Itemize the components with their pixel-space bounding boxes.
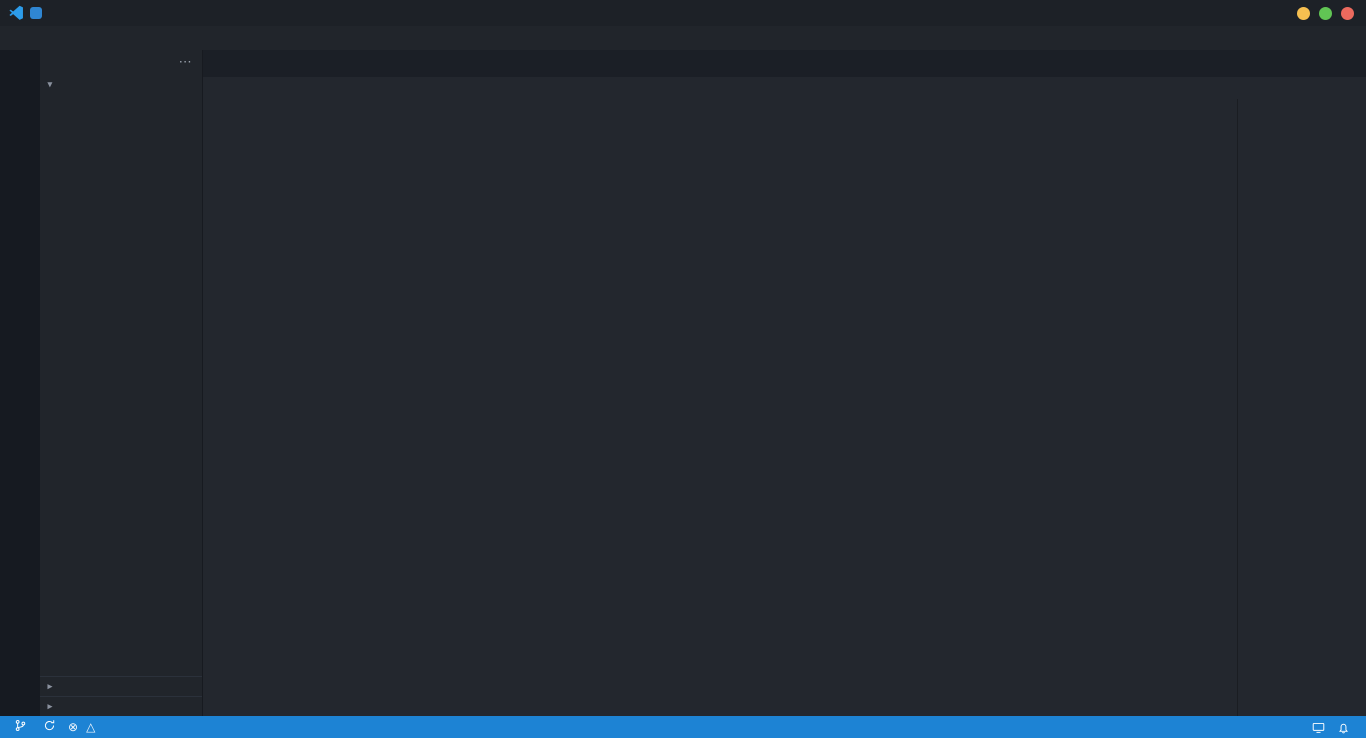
title-bar <box>0 0 1366 26</box>
maximize-button[interactable] <box>1319 7 1332 20</box>
overview-ruler[interactable] <box>1355 99 1366 716</box>
sync-icon <box>43 719 56 735</box>
vscode-logo-icon <box>8 4 24 23</box>
status-bar: ⊗ △ <box>0 716 1366 738</box>
minimap[interactable] <box>1237 99 1355 716</box>
chevron-down-icon: ▾ <box>44 79 56 90</box>
error-icon: ⊗ <box>68 720 78 734</box>
code-lines[interactable] <box>203 99 1237 716</box>
git-branch-indicator[interactable] <box>8 716 37 738</box>
language-mode[interactable] <box>1294 716 1306 738</box>
tab-bar <box>203 50 1366 77</box>
explorer-sidebar: ⋯ ▾ ▸ ▸ <box>40 50 203 716</box>
screencast-icon[interactable] <box>1306 716 1331 738</box>
warning-icon: △ <box>86 720 95 734</box>
notifications-bell-icon[interactable] <box>1331 716 1356 738</box>
more-actions-icon[interactable]: ⋯ <box>179 54 192 70</box>
window-menu-icon <box>30 7 42 19</box>
code-editor[interactable] <box>203 99 1366 716</box>
eol-setting[interactable] <box>1282 716 1294 738</box>
chevron-right-icon: ▸ <box>44 681 56 692</box>
explorer-header: ⋯ <box>40 50 202 74</box>
close-button[interactable] <box>1341 7 1354 20</box>
file-tree <box>40 94 202 676</box>
outline-panel-header[interactable]: ▸ <box>40 676 202 696</box>
git-branch-icon <box>14 719 27 735</box>
chevron-right-icon: ▸ <box>44 701 56 712</box>
timeline-panel-header[interactable]: ▸ <box>40 696 202 716</box>
problems-indicator[interactable]: ⊗ △ <box>62 716 105 738</box>
indentation-setting[interactable] <box>1258 716 1270 738</box>
project-root-header[interactable]: ▾ <box>40 74 202 94</box>
minimize-button[interactable] <box>1297 7 1310 20</box>
cursor-position[interactable] <box>1246 716 1258 738</box>
encoding-setting[interactable] <box>1270 716 1282 738</box>
breadcrumb <box>203 77 1366 99</box>
menu-bar <box>0 26 1366 50</box>
sync-button[interactable] <box>37 716 62 738</box>
editor-group <box>203 50 1366 716</box>
activity-bar <box>0 50 40 716</box>
